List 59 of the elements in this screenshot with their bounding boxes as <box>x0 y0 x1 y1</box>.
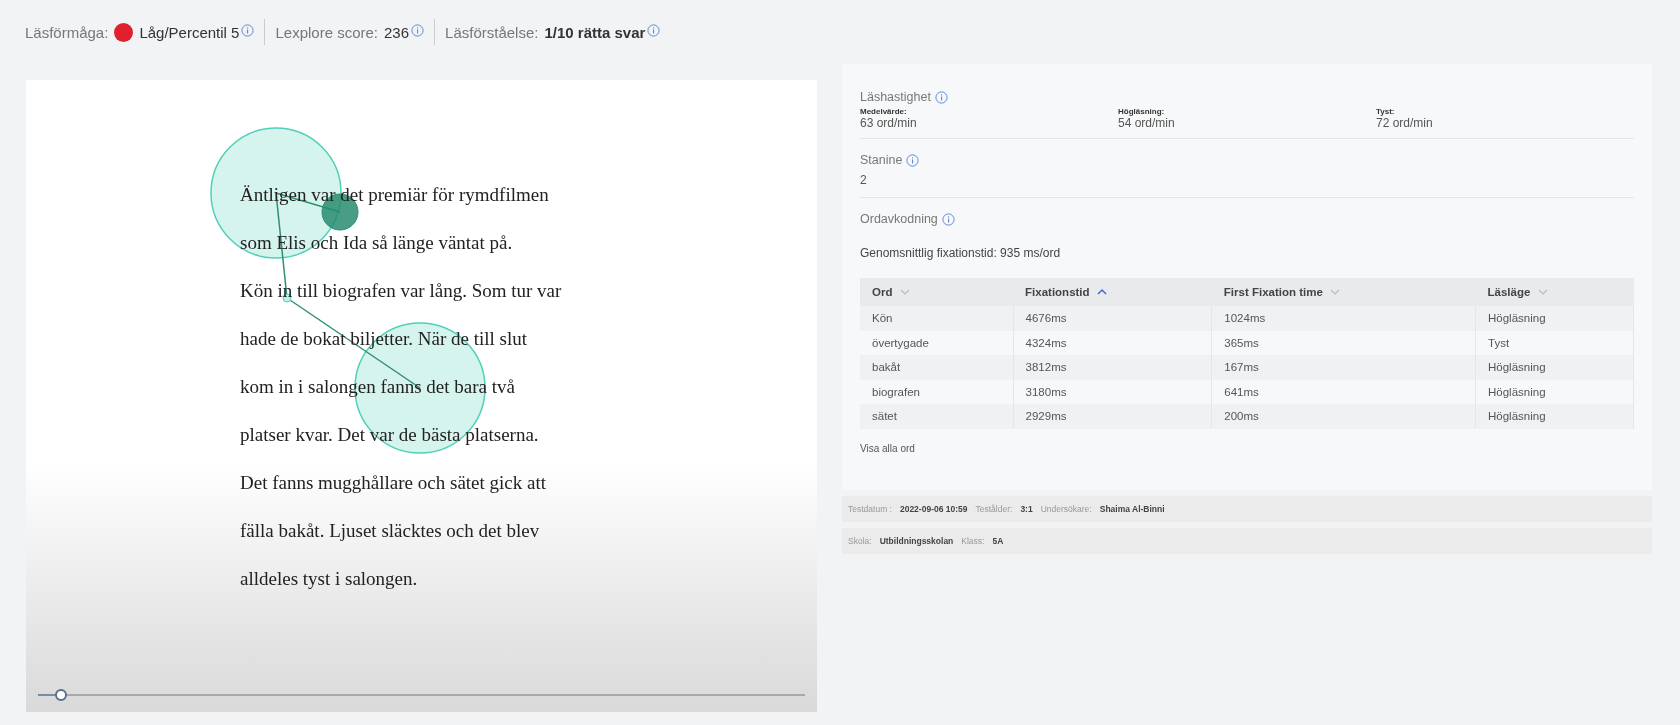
field-value: 3:1 <box>1020 504 1033 514</box>
field-label: Lexplore score: <box>275 23 379 41</box>
stat-text: Genomsnittlig fixationstid: 935 ms/ord <box>860 246 1062 260</box>
stat-value: 72 ord/min <box>1376 116 1434 130</box>
field-value: 2022-09-06 10:59 <box>899 504 968 514</box>
section-title: Läshastighet <box>860 90 931 104</box>
info-icon[interactable] <box>906 153 920 167</box>
stat-label: Tyst: <box>1376 107 1396 116</box>
column-header[interactable]: Läsläge <box>1475 278 1634 306</box>
info-icon[interactable] <box>411 23 425 37</box>
table-cell: bakåt <box>860 355 1014 380</box>
table-cell: 1024ms <box>1211 306 1476 331</box>
table-cell: sätet <box>860 404 1014 429</box>
table-cell: 3812ms <box>1013 355 1212 380</box>
field-label: Skola: <box>848 536 872 546</box>
stat-value: 2 <box>860 173 868 187</box>
field-label: Klass: <box>961 536 985 546</box>
text-line: alldeles tyst i salongen. <box>240 567 418 591</box>
info-icon[interactable] <box>934 90 948 104</box>
info-icon[interactable] <box>241 23 255 37</box>
table-cell: 167ms <box>1211 355 1476 380</box>
section-title: Ordavkodning <box>860 212 938 226</box>
field-label: Undersökare: <box>1040 504 1092 514</box>
table-cell: Högläsning <box>1475 306 1634 331</box>
table-cell: 2929ms <box>1013 404 1212 429</box>
stat-label: Högläsning: <box>1118 107 1166 116</box>
field-value: Utbildningsskolan <box>879 536 954 546</box>
field-value: 236 <box>384 23 410 41</box>
field-value: Shaima Al-Binni <box>1099 504 1165 514</box>
table-cell: Kön <box>860 306 1014 331</box>
column-header[interactable]: First Fixation time <box>1211 278 1476 306</box>
info-icon[interactable] <box>647 23 661 37</box>
field-value: Låg/Percentil 5 <box>139 23 240 41</box>
sort-down-icon[interactable] <box>1537 288 1548 296</box>
column-header[interactable]: Ord <box>860 278 1014 306</box>
sort-down-icon[interactable] <box>1330 288 1341 296</box>
field-value: 5A <box>992 536 1004 546</box>
column-header[interactable]: Fixationstid <box>1013 278 1212 306</box>
stat-label: Medelvärde: <box>860 107 908 116</box>
sort-down-icon[interactable] <box>899 288 910 296</box>
stat-value: 54 ord/min <box>1118 116 1176 130</box>
field-label: Testålder: <box>975 504 1013 514</box>
table-cell: 200ms <box>1211 404 1476 429</box>
table-cell: Högläsning <box>1475 355 1634 380</box>
text-line: Äntligen var det premiär för rymdfilmen <box>240 183 549 207</box>
table-cell: Högläsning <box>1475 404 1634 429</box>
stat-value: 63 ord/min <box>860 116 918 130</box>
field-label: Läsförståelse: <box>445 23 539 41</box>
table-cell: 4676ms <box>1013 306 1212 331</box>
text-line: Det fanns mugghållare och sätet gick att <box>240 471 546 495</box>
slider-thumb[interactable] <box>55 689 67 701</box>
sort-up-icon[interactable] <box>1096 288 1107 296</box>
show-all-link[interactable]: Visa alla ord <box>860 442 915 454</box>
text-line: fälla bakåt. Ljuset släcktes och det blev <box>240 519 540 543</box>
field-value: 1/10 rätta svar <box>544 23 646 41</box>
section-title: Stanine <box>860 153 903 167</box>
info-icon[interactable] <box>941 212 955 226</box>
field-label: Testdatum : <box>848 504 892 514</box>
field-label: Läsförmåga: <box>25 23 109 41</box>
